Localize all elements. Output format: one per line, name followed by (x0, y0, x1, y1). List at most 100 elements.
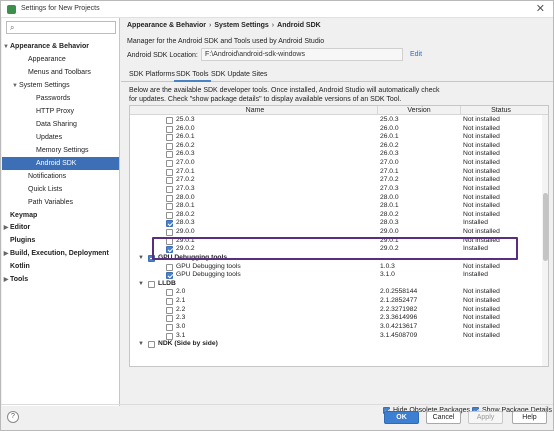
row-checkbox[interactable] (166, 142, 173, 150)
expand-arrow-icon[interactable]: ▼ (138, 254, 144, 263)
row-version: 27.0.0 (380, 159, 399, 167)
table-row[interactable]: 26.0.3 26.0.3 Not installed (130, 150, 540, 159)
sidebar-item[interactable]: Path Variables (2, 196, 119, 209)
sidebar-item[interactable]: Android SDK (2, 157, 119, 170)
row-checkbox[interactable] (166, 263, 173, 271)
edit-location-link[interactable]: Edit (410, 51, 422, 58)
row-checkbox[interactable] (166, 168, 173, 176)
sidebar-item[interactable]: ▼System Settings (2, 79, 119, 92)
cancel-button[interactable]: Cancel (426, 411, 461, 424)
row-checkbox[interactable] (166, 125, 173, 133)
row-checkbox[interactable] (166, 229, 173, 237)
sidebar-item[interactable]: ▶ Editor (2, 221, 119, 234)
close-icon[interactable]: ✕ (536, 3, 545, 15)
table-row[interactable]: 2.3 2.3.3614996 Not installed (130, 314, 540, 323)
table-row[interactable]: 2.0 2.0.2558144 Not installed (130, 288, 540, 297)
breadcrumb-item[interactable]: Appearance & Behavior (127, 22, 206, 29)
tab-sdk-update-sites[interactable]: SDK Update Sites (209, 68, 269, 82)
row-checkbox[interactable] (166, 203, 173, 211)
sidebar-item[interactable]: ▼Appearance & Behavior (2, 40, 119, 53)
sidebar-item[interactable]: Memory Settings (2, 144, 119, 157)
expand-arrow-icon[interactable]: ▼ (138, 340, 144, 349)
sidebar-item[interactable]: Plugins (2, 234, 119, 247)
sidebar-item[interactable]: Notifications (2, 170, 119, 183)
row-status: Not installed (463, 184, 500, 192)
row-checkbox[interactable] (166, 332, 173, 340)
table-row[interactable]: 2.2 2.2.3271982 Not installed (130, 306, 540, 315)
table-group-row[interactable]: ▼ NDK (Side by side) (130, 340, 540, 349)
table-row[interactable]: 27.0.0 27.0.0 Not installed (130, 159, 540, 168)
row-checkbox[interactable] (166, 160, 173, 168)
sidebar-item[interactable]: ▶ Tools (2, 273, 119, 286)
table-row[interactable]: 2.1 2.1.2852477 Not installed (130, 297, 540, 306)
table-row[interactable]: 3.1 3.1.4508709 Not installed (130, 332, 540, 341)
row-name: 28.0.2 (176, 210, 195, 218)
help-icon[interactable]: ? (7, 411, 19, 423)
row-version: 2.0.2558144 (380, 288, 418, 296)
sidebar-item[interactable]: Updates (2, 131, 119, 144)
table-row[interactable]: 27.0.1 27.0.1 Not installed (130, 168, 540, 177)
table-row[interactable]: 28.0.3 28.0.3 Installed (130, 219, 540, 228)
sidebar-item[interactable]: HTTP Proxy (2, 105, 119, 118)
sidebar-item[interactable]: Passwords (2, 92, 119, 105)
row-checkbox[interactable] (166, 211, 173, 219)
table-row[interactable]: 27.0.2 27.0.2 Not installed (130, 176, 540, 185)
column-header-status[interactable]: Status (461, 106, 541, 115)
row-checkbox[interactable] (166, 315, 173, 323)
table-row[interactable]: 26.0.0 26.0.0 Not installed (130, 125, 540, 134)
tab-sdk-tools[interactable]: SDK Tools (174, 68, 211, 82)
row-checkbox[interactable] (166, 194, 173, 202)
table-row[interactable]: 3.0 3.0.4213617 Not installed (130, 323, 540, 332)
sidebar-item-label: Notifications (28, 173, 67, 180)
row-checkbox[interactable] (166, 289, 173, 297)
expand-arrow-icon[interactable]: ▶ (2, 274, 10, 287)
sidebar-item[interactable]: Appearance (2, 53, 119, 66)
table-row[interactable]: GPU Debugging tools 1.0.3 Not installed (130, 263, 540, 272)
row-status: Not installed (463, 288, 500, 296)
ok-button[interactable]: OK (384, 411, 419, 424)
table-row[interactable]: 27.0.3 27.0.3 Not installed (130, 185, 540, 194)
table-row[interactable]: 28.0.0 28.0.0 Not installed (130, 194, 540, 203)
row-status: Not installed (463, 193, 500, 201)
sidebar-item[interactable]: Data Sharing (2, 118, 119, 131)
scroll-thumb[interactable] (543, 193, 548, 261)
row-checkbox[interactable] (166, 185, 173, 193)
help-button[interactable]: Help (512, 411, 547, 424)
expand-arrow-icon[interactable]: ▼ (138, 280, 144, 289)
breadcrumb-item[interactable]: System Settings (214, 22, 268, 29)
row-checkbox[interactable] (166, 323, 173, 331)
vertical-scrollbar[interactable] (542, 115, 548, 366)
row-checkbox[interactable] (166, 220, 173, 228)
settings-search[interactable]: ⌕ (6, 21, 116, 34)
row-checkbox[interactable] (166, 177, 173, 185)
row-status: Not installed (463, 210, 500, 218)
breadcrumb-separator: › (271, 22, 275, 29)
row-checkbox[interactable] (166, 134, 173, 142)
sidebar-item[interactable]: ▶ Build, Execution, Deployment (2, 247, 119, 260)
sidebar-item[interactable]: Kotlin (2, 260, 119, 273)
row-checkbox[interactable] (166, 151, 173, 159)
sidebar-item-label: HTTP Proxy (36, 108, 74, 115)
sidebar-item[interactable]: Quick Lists (2, 183, 119, 196)
column-header-name[interactable]: Name (130, 106, 380, 115)
sdk-location-field[interactable]: F:\Android\android-sdk-windows (201, 48, 403, 61)
table-row[interactable]: 29.0.0 29.0.0 Not installed (130, 228, 540, 237)
row-checkbox[interactable] (166, 298, 173, 306)
apply-button[interactable]: Apply (468, 411, 503, 424)
column-header-version[interactable]: Version (378, 106, 460, 115)
row-checkbox[interactable] (166, 272, 173, 280)
table-group-row[interactable]: ▼ LLDB (130, 280, 540, 289)
row-checkbox[interactable] (148, 280, 155, 288)
table-row[interactable]: 25.0.3 25.0.3 Not installed (130, 116, 540, 125)
row-checkbox[interactable] (166, 306, 173, 314)
table-row[interactable]: GPU Debugging tools 3.1.0 Installed (130, 271, 540, 280)
row-checkbox[interactable] (166, 117, 173, 124)
table-row[interactable]: 26.0.1 26.0.1 Not installed (130, 133, 540, 142)
tab-sdk-platforms[interactable]: SDK Platforms (127, 68, 177, 82)
table-row[interactable]: 28.0.2 28.0.2 Not installed (130, 211, 540, 220)
row-checkbox[interactable] (148, 341, 155, 349)
table-row[interactable]: 26.0.2 26.0.2 Not installed (130, 142, 540, 151)
sidebar-item[interactable]: Menus and Toolbars (2, 66, 119, 79)
table-row[interactable]: 28.0.1 28.0.1 Not installed (130, 202, 540, 211)
search-input[interactable] (21, 23, 113, 33)
